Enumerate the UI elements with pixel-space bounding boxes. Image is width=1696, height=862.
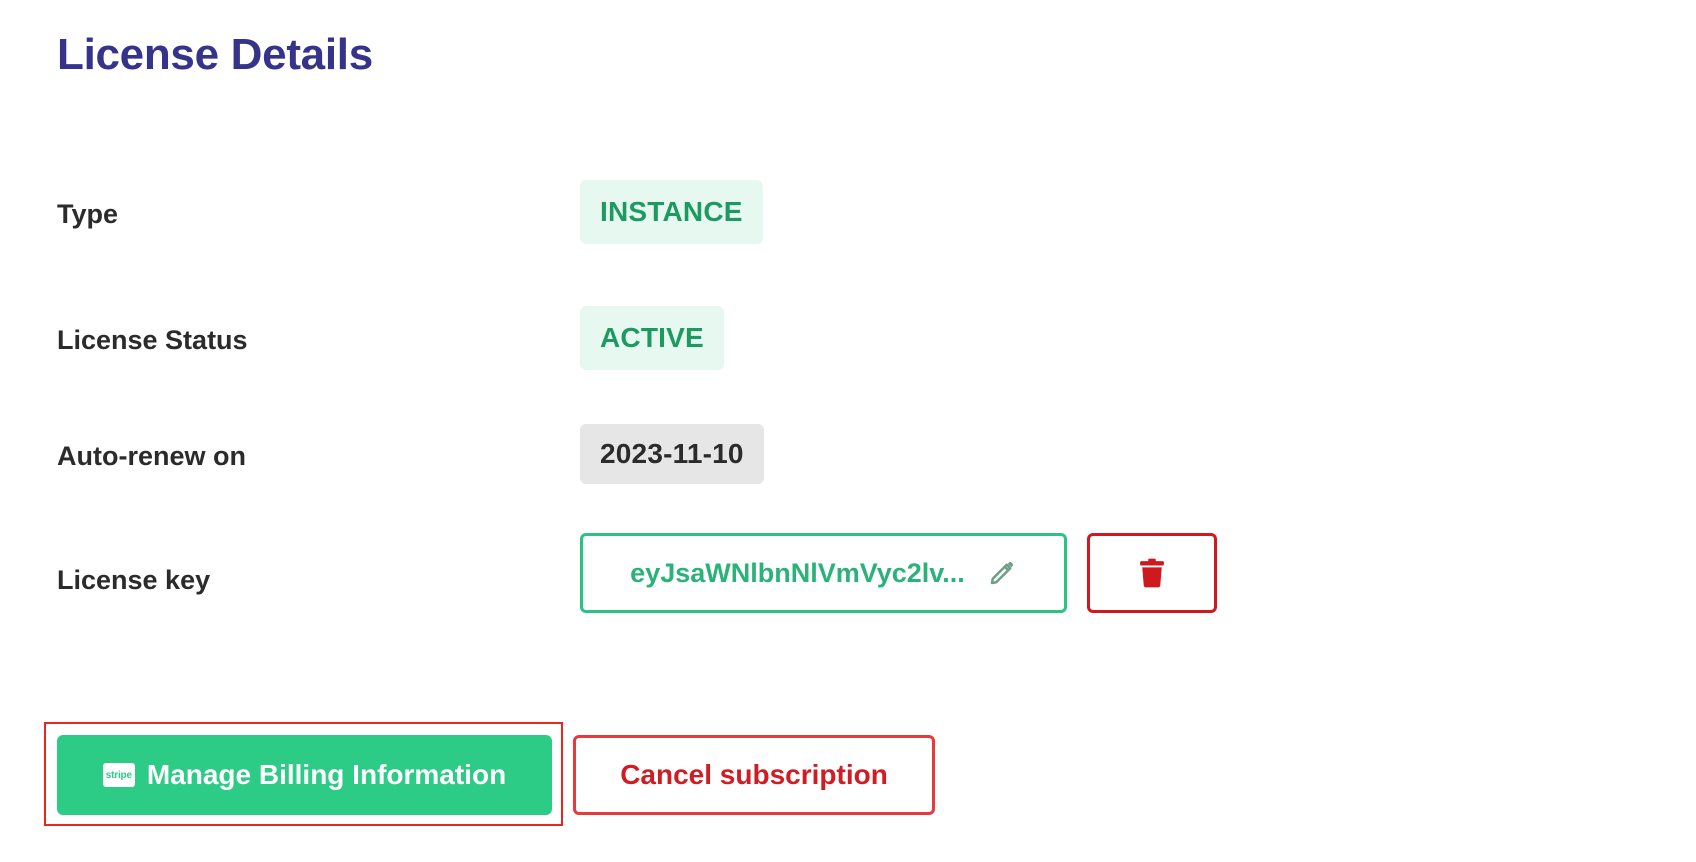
stripe-icon: stripe [102, 763, 135, 787]
license-details-page: License Details Type INSTANCE License St… [0, 0, 1696, 862]
delete-license-button[interactable] [1087, 533, 1217, 613]
type-label: Type [57, 199, 119, 229]
page-title: License Details [57, 30, 373, 79]
license-key-label: License key [57, 565, 211, 595]
manage-billing-label: Manage Billing Information [146, 759, 507, 790]
cancel-subscription-label: Cancel subscription [620, 759, 888, 790]
auto-renew-date: 2023-11-10 [580, 424, 764, 484]
cancel-subscription-button[interactable]: Cancel subscription [573, 735, 935, 815]
trash-icon [1139, 558, 1165, 588]
license-status-label: License Status [57, 325, 248, 355]
manage-billing-button[interactable]: stripe Manage Billing Information [57, 735, 552, 815]
pencil-icon[interactable] [987, 558, 1017, 588]
license-status-badge: ACTIVE [580, 306, 724, 370]
auto-renew-label: Auto-renew on [57, 441, 246, 471]
license-key-value: eyJsaWNlbnNlVmVyc2lv... [630, 557, 965, 588]
type-badge: INSTANCE [580, 180, 763, 244]
license-key-field[interactable]: eyJsaWNlbnNlVmVyc2lv... [580, 533, 1067, 613]
